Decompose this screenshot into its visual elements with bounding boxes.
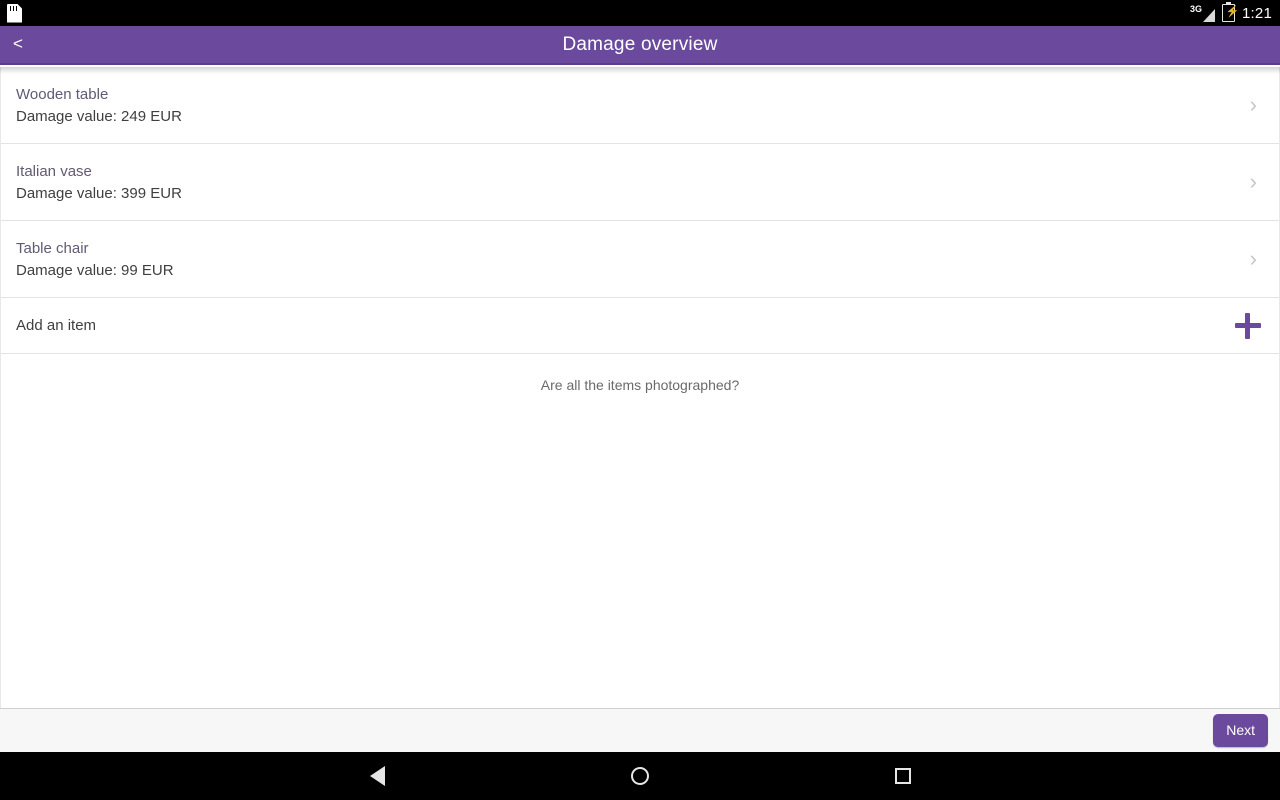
next-button[interactable]: Next <box>1213 714 1268 747</box>
battery-charging-icon: ⚡ <box>1222 1 1239 22</box>
table-row[interactable]: Table chair Damage value: 99 EUR › <box>1 221 1279 298</box>
item-title: Wooden table <box>16 85 109 103</box>
page-title: Damage overview <box>562 34 718 55</box>
item-damage-value: Damage value: 249 EUR <box>16 107 182 125</box>
chevron-right-icon: › <box>1249 246 1257 271</box>
chevron-right-icon: › <box>1249 92 1257 117</box>
add-item-label: Add an item <box>16 317 97 334</box>
nav-home-icon <box>631 767 649 785</box>
status-bar-clock: 1:21 <box>1242 4 1272 22</box>
status-bar-right: 3G ⚡ 1:21 <box>1190 1 1272 22</box>
nav-home-button[interactable] <box>616 752 664 800</box>
plus-icon[interactable] <box>1235 312 1261 339</box>
row-text-group: Wooden table Damage value: 249 EUR <box>16 87 182 124</box>
nav-recents-button[interactable] <box>879 752 927 800</box>
photographed-question: Are all the items photographed? <box>540 377 740 393</box>
content-area: Wooden table Damage value: 249 EUR › Ita… <box>0 67 1280 708</box>
chevron-right-icon: › <box>1249 169 1257 194</box>
row-text-group: Table chair Damage value: 99 EUR <box>16 241 174 278</box>
app-bar: < Damage overview <box>0 26 1280 65</box>
table-row[interactable]: Wooden table Damage value: 249 EUR › <box>1 67 1279 144</box>
status-bar: 3G ⚡ 1:21 <box>0 0 1280 26</box>
nav-back-icon <box>369 766 385 786</box>
item-title: Table chair <box>16 239 89 257</box>
add-item-row[interactable]: Add an item <box>1 298 1279 354</box>
row-text-group: Italian vase Damage value: 399 EUR <box>16 164 182 201</box>
status-bar-left <box>7 3 22 23</box>
nav-recents-icon <box>895 768 911 784</box>
item-title: Italian vase <box>16 162 92 180</box>
sd-card-icon <box>7 3 22 23</box>
item-damage-value: Damage value: 99 EUR <box>16 261 174 279</box>
signal-bars-icon: 3G <box>1190 4 1215 22</box>
nav-back-button[interactable] <box>353 752 401 800</box>
item-damage-value: Damage value: 399 EUR <box>16 184 182 202</box>
table-row[interactable]: Italian vase Damage value: 399 EUR › <box>1 144 1279 221</box>
footer-bar: Next <box>0 708 1280 752</box>
device-screen: 3G ⚡ 1:21 < Damage overview Wooden table… <box>0 0 1280 800</box>
system-nav-bar <box>0 752 1280 800</box>
network-type-label: 3G <box>1189 4 1202 14</box>
